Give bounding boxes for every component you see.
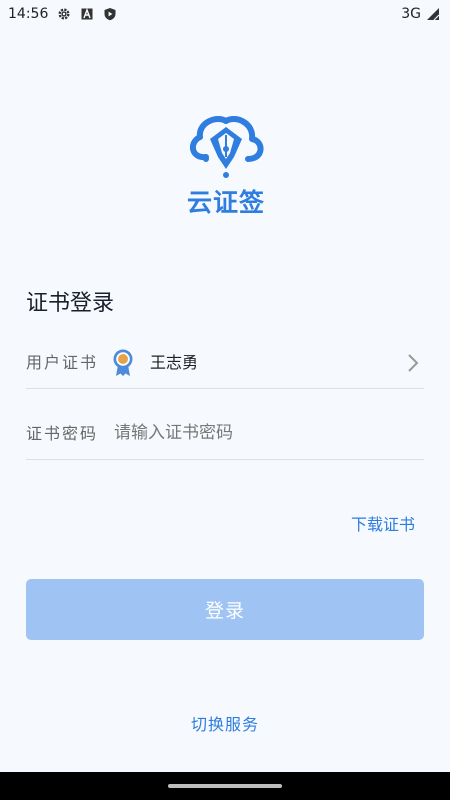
network-type: 3G (401, 6, 421, 22)
nav-bar (0, 772, 450, 800)
status-time: 14:56 (8, 6, 49, 22)
signal-icon (426, 7, 440, 21)
download-cert-link[interactable]: 下载证书 (351, 511, 415, 535)
gear-icon (57, 7, 71, 21)
font-a-icon (80, 7, 94, 21)
login-button[interactable]: 登录 (26, 579, 424, 640)
shield-play-icon (103, 7, 117, 21)
status-left: 14:56 (8, 6, 117, 22)
app-logo: 云证签 (186, 113, 266, 219)
chevron-right-icon (407, 353, 419, 373)
app-name: 云证签 (186, 188, 265, 217)
switch-service-link[interactable]: 切换服务 (0, 711, 450, 735)
cert-selector[interactable]: 用户证书 王志勇 (26, 337, 424, 389)
password-input[interactable] (114, 408, 414, 458)
certificate-badge-icon (112, 349, 134, 377)
cert-label: 用户证书 (26, 353, 99, 372)
password-label: 证书密码 (26, 424, 99, 443)
status-bar: 14:56 3G (0, 0, 450, 28)
page-title: 证书登录 (26, 291, 115, 316)
status-right: 3G (401, 6, 440, 22)
cloud-pen-logo-icon (189, 116, 264, 178)
password-row: 证书密码 (26, 408, 424, 460)
home-indicator[interactable] (168, 784, 282, 788)
cert-value: 王志勇 (150, 353, 199, 372)
